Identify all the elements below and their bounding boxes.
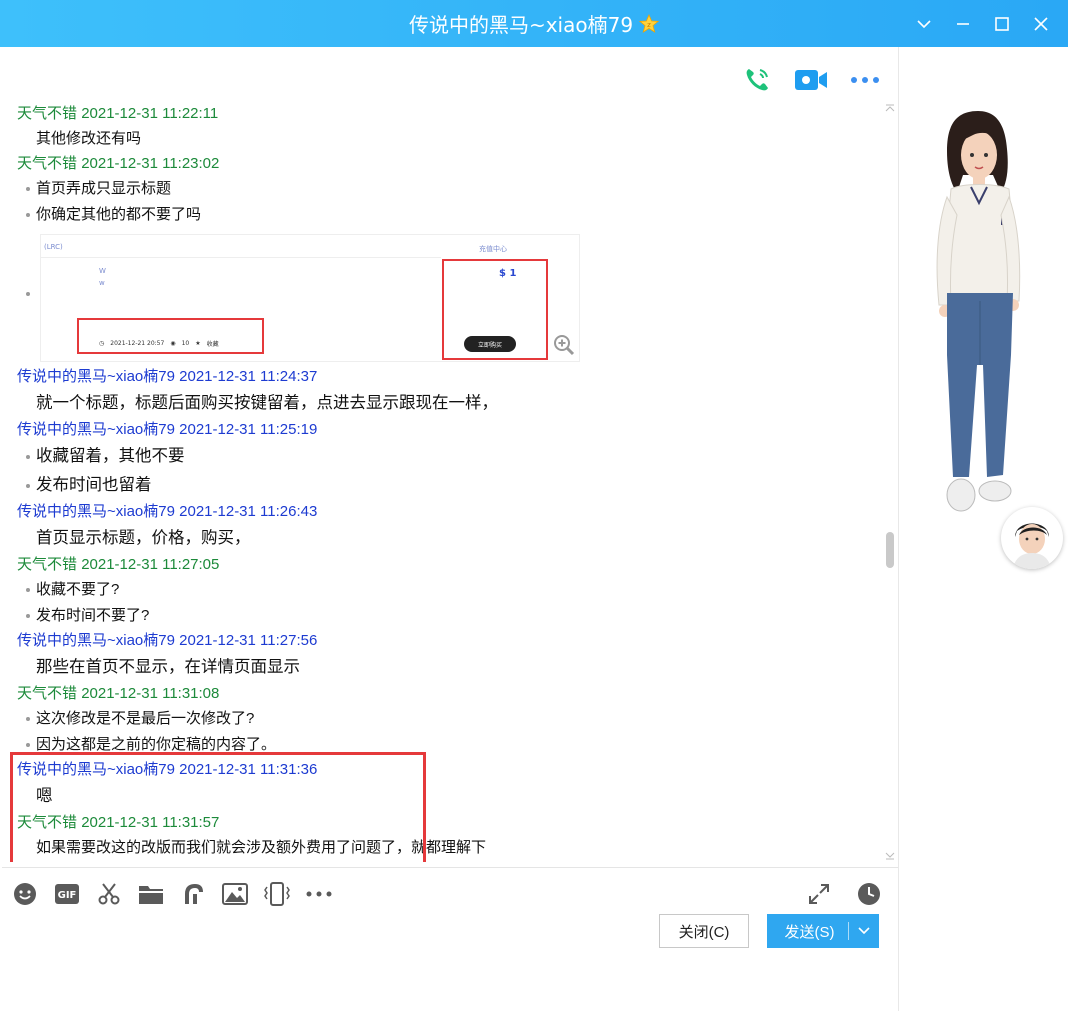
chat-panel: 天气不错 2021-12-31 11:22:11 其他修改还有吗 天气不错 20… — [2, 47, 898, 1011]
video-call-icon[interactable] — [794, 63, 828, 97]
title-bar: 传说中的黑马~xiao楠79 z — [0, 0, 1068, 47]
message-line: 那些在首页不显示，在详情页面显示 — [36, 658, 300, 676]
image-message[interactable]: (LRC) 充值中心 W w $ 1 ◷ 2021-12-21 20:57 ◉ … — [2, 234, 882, 365]
scroll-thumb[interactable] — [886, 532, 894, 568]
folder-icon[interactable] — [130, 873, 172, 915]
message-header: 天气不错 2021-12-31 11:27:05 — [17, 556, 220, 573]
message-line: 发布时间也留着 — [2, 471, 882, 500]
message-header: 传说中的黑马~xiao楠79 2021-12-31 11:26:43 — [17, 503, 318, 520]
toolbar-right — [798, 873, 890, 915]
message-header: 天气不错 2021-12-31 11:31:57 — [17, 814, 220, 831]
message: 天气不错 2021-12-31 11:23:02 首页弄成只显示标题 你确定其他… — [2, 152, 882, 365]
preview-meta: ◷ 2021-12-21 20:57 ◉ 10 ★ 收藏 — [99, 340, 219, 348]
image-icon[interactable] — [214, 873, 256, 915]
chat-window: 传说中的黑马~xiao楠79 z 天气不错 2021-12-31 11:22:1… — [0, 0, 1068, 1011]
more-icon[interactable] — [298, 873, 340, 915]
message: 传说中的黑马~xiao楠79 2021-12-31 11:24:37 就一个标题… — [2, 365, 882, 418]
emoji-icon[interactable] — [4, 873, 46, 915]
send-label: 发送(S) — [784, 923, 835, 941]
user-avatar-figure — [936, 111, 1021, 512]
message-scrollbar[interactable] — [882, 102, 898, 862]
message: 天气不错 2021-12-31 11:31:08 这次修改是不是最后一次修改了?… — [2, 682, 882, 758]
expand-icon[interactable] — [798, 873, 840, 915]
message-line: 收藏不要了? — [2, 577, 882, 603]
preview-w1: W — [99, 267, 106, 275]
message: 天气不错 2021-12-31 11:22:11 其他修改还有吗 — [2, 102, 882, 152]
svg-text:GIF: GIF — [58, 890, 77, 901]
message-input[interactable] — [2, 919, 898, 999]
vip-star-icon: z — [639, 13, 660, 34]
message-line: 你确定其他的都不要了吗 — [2, 202, 882, 228]
scroll-top-icon[interactable] — [885, 104, 895, 114]
window-title: 传说中的黑马~xiao楠79 — [408, 13, 634, 37]
message-header: 天气不错 2021-12-31 11:31:08 — [17, 685, 220, 702]
send-button[interactable]: 发送(S) — [767, 914, 879, 948]
input-toolbar: GIF — [2, 867, 898, 919]
message-line: 收藏留着，其他不要 — [2, 442, 882, 471]
message: 天气不错 2021-12-31 11:31:57 如果需要改这的改版而我们就会涉… — [2, 811, 882, 861]
preview-lrc: (LRC) — [44, 243, 63, 251]
message-line: 因为这都是之前的你定稿的内容了。 — [2, 732, 882, 758]
message: 传说中的黑马~xiao楠79 2021-12-31 11:31:36 嗯 — [2, 758, 882, 811]
message-line: 就一个标题，标题后面购买按键留着，点进去显示跟现在一样， — [36, 394, 498, 412]
message-line: 首页显示标题，价格，购买， — [36, 529, 251, 547]
close-icon[interactable] — [1021, 0, 1060, 47]
message-line: 其他修改还有吗 — [36, 130, 142, 147]
preview-buy-button: 立即购买 — [464, 336, 516, 352]
toolbar-left: GIF — [4, 873, 340, 915]
window-controls — [904, 0, 1060, 47]
minimize-icon[interactable] — [943, 0, 982, 47]
message: 传说中的黑马~xiao楠79 2021-12-31 11:25:19 收藏留着，… — [2, 418, 882, 500]
message-list: 天气不错 2021-12-31 11:22:11 其他修改还有吗 天气不错 20… — [2, 102, 882, 862]
side-panel — [898, 47, 1068, 1011]
message: 传说中的黑马~xiao楠79 2021-12-31 11:27:56 那些在首页… — [2, 629, 882, 682]
contact-avatar[interactable] — [1001, 507, 1063, 569]
message-header: 天气不错 2021-12-31 11:23:02 — [17, 155, 220, 172]
image-preview[interactable]: (LRC) 充值中心 W w $ 1 ◷ 2021-12-21 20:57 ◉ … — [40, 234, 580, 362]
send-options-chevron-icon[interactable] — [849, 927, 879, 935]
scroll-bottom-icon[interactable] — [885, 850, 895, 860]
message-header: 天气不错 2021-12-31 11:22:11 — [17, 105, 219, 122]
maximize-icon[interactable] — [982, 0, 1021, 47]
message-header: 传说中的黑马~xiao楠79 2021-12-31 11:24:37 — [17, 368, 318, 385]
window-title-group: 传说中的黑马~xiao楠79 z — [408, 9, 660, 38]
preview-w2: w — [99, 279, 105, 287]
eye-icon: ◉ — [170, 340, 176, 347]
message-header: 传说中的黑马~xiao楠79 2021-12-31 11:25:19 — [17, 421, 318, 438]
zoom-in-icon[interactable] — [553, 334, 575, 360]
message-line: 这次修改是不是最后一次修改了? — [2, 706, 882, 732]
close-button[interactable]: 关闭(C) — [659, 914, 749, 948]
message-line: 发布时间不要了? — [2, 603, 882, 629]
message-line: 如果需要改这的改版而我们就会涉及额外费用了问题了，就都理解下 — [36, 839, 487, 856]
message-line: 首页弄成只显示标题 — [2, 176, 882, 202]
more-options-icon[interactable] — [848, 63, 882, 97]
message: 天气不错 2021-12-31 11:27:05 收藏不要了? 发布时间不要了? — [2, 553, 882, 629]
message-header: 传说中的黑马~xiao楠79 2021-12-31 11:31:36 — [17, 761, 318, 778]
message-line: 嗯 — [36, 787, 53, 805]
history-clock-icon[interactable] — [848, 873, 890, 915]
message-header: 传说中的黑马~xiao楠79 2021-12-31 11:27:56 — [17, 632, 318, 649]
dropdown-icon[interactable] — [904, 0, 943, 47]
gif-icon[interactable]: GIF — [46, 873, 88, 915]
star-icon: ★ — [195, 340, 201, 347]
message: 传说中的黑马~xiao楠79 2021-12-31 11:26:43 首页显示标… — [2, 500, 882, 553]
scissors-icon[interactable] — [88, 873, 130, 915]
call-bar — [740, 63, 882, 97]
clock-icon: ◷ — [99, 340, 105, 347]
shake-icon[interactable] — [256, 873, 298, 915]
voice-call-icon[interactable] — [740, 63, 774, 97]
preview-center: 充值中心 — [479, 245, 507, 253]
music-icon[interactable] — [172, 873, 214, 915]
svg-text:z: z — [647, 21, 651, 29]
